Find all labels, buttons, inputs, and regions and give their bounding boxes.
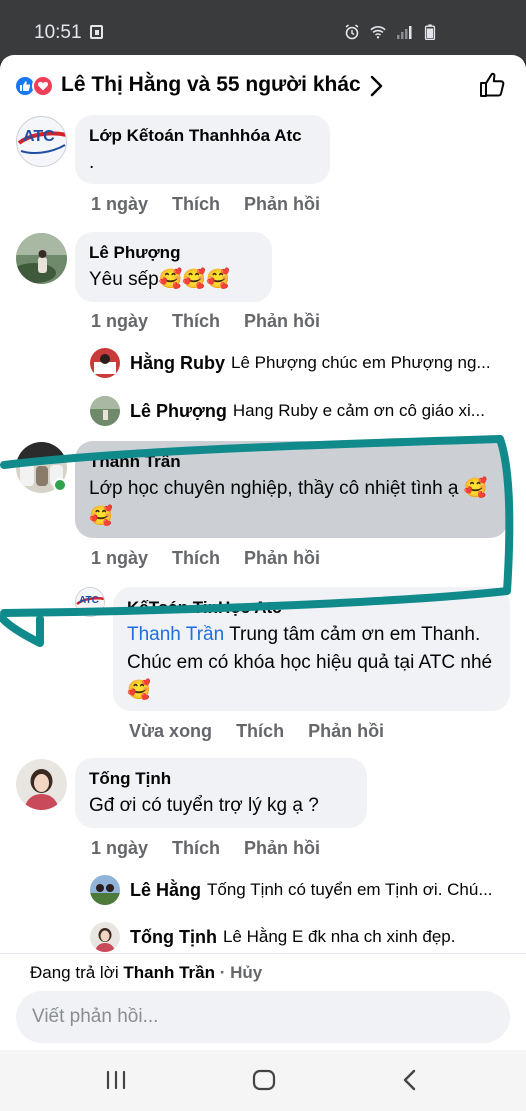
reply-text: Lê Hằng E đk nha ch xinh đẹp. [222,927,456,946]
comment-time[interactable]: 1 ngày [91,548,148,569]
comment-text: . [89,152,95,173]
comment-author[interactable]: Thanh Trần [89,451,494,473]
comment-actions: 1 ngày Thích Phản hồi [91,838,344,859]
avatar-photo [16,759,67,810]
atc-logo-icon: ATC [76,588,104,616]
reactions-summary[interactable]: Lê Thị Hằng và 55 người khác [61,73,361,97]
comment-author[interactable]: Lớp Kếtoán Thanhhóa Atc [89,125,316,147]
like-button[interactable]: Thích [172,194,220,215]
avatar [90,348,120,378]
comment-author[interactable]: Tống Tịnh [89,768,353,790]
reply-author[interactable]: Lê Phượng [130,401,227,422]
like-button[interactable]: Thích [236,721,284,742]
comment-time[interactable]: 1 ngày [91,194,148,215]
reaction-icons [14,75,58,97]
comment-bubble[interactable]: Lê Phượng Yêu sếp🥰🥰🥰 [75,232,272,302]
divider [0,953,526,954]
avatar [90,922,120,952]
comment-text: Lớp học chuyên nghiệp, thầy cô nhiệt tìn… [89,478,488,527]
comment-actions: 1 ngày Thích Phản hồi [91,311,344,332]
reply-preview[interactable]: Tống Tịnh Lê Hằng E đk nha ch xinh đẹp. [90,922,510,952]
avatar[interactable]: ATC [75,587,105,617]
reply-text: Thanh Trần Trung tâm cảm ơn em Thanh. Ch… [127,621,496,705]
replying-indicator: Đang trả lời Thanh Trần · Hủy [30,963,262,983]
replying-prefix: Đang trả lời [30,963,119,982]
comment-time[interactable]: 1 ngày [91,311,148,332]
reactions-header[interactable]: Lê Thị Hằng và 55 người khác [0,55,526,115]
chevron-right-icon[interactable] [369,73,385,99]
cancel-reply-button[interactable]: · Hủy [220,963,263,982]
like-button[interactable]: Thích [172,548,220,569]
reply-button[interactable]: Phản hồi [308,721,384,742]
comment-bubble[interactable]: Lớp Kếtoán Thanhhóa Atc . [75,115,330,184]
svg-text:ATC: ATC [23,128,55,145]
reply-text: Hang Ruby e cảm ơn cô giáo xi... [232,401,485,420]
reply-preview[interactable]: Lê Hằng Tống Tịnh có tuyển em Tịnh ơi. C… [90,875,510,905]
status-bar: 10:51 [0,0,526,62]
reply-actions: Vừa xong Thích Phản hồi [129,721,408,742]
comment-bubble[interactable]: Tống Tịnh Gđ ơi có tuyển trợ lý kg ạ ? [75,758,367,828]
avatar[interactable]: ATC [16,116,67,167]
battery-icon [424,24,436,40]
status-time: 10:51 [34,22,82,43]
comment-time[interactable]: 1 ngày [91,838,148,859]
replying-to-name: Thanh Trần [123,963,215,982]
reply-author[interactable]: KếToán TinHọc Atc [127,597,496,619]
reply-preview[interactable]: Lê Phượng Hang Ruby e cảm ơn cô giáo xi.… [90,396,510,426]
wifi-icon [370,25,386,39]
avatar-photo [16,233,67,284]
avatar [90,396,120,426]
reply-text: Lê Phượng chúc em Phượng ng... [231,353,491,372]
reply-input[interactable] [16,991,510,1043]
reply-preview[interactable]: Hằng Ruby Lê Phượng chúc em Phượng ng... [90,348,510,378]
comment-text: Yêu sếp🥰🥰🥰 [89,269,230,290]
comment-bubble[interactable]: Thanh Trần Lớp học chuyên nghiệp, thầy c… [75,441,508,538]
recent-apps-icon[interactable] [104,1066,128,1094]
comment-actions: 1 ngày Thích Phản hồi [91,194,344,215]
reply-button[interactable]: Phản hồi [244,548,320,569]
sim-icon [90,25,103,39]
like-outline-icon[interactable] [478,71,506,99]
signal-icon [397,26,412,39]
reply-time[interactable]: Vừa xong [129,721,212,742]
status-icons [344,24,438,40]
reply-button[interactable]: Phản hồi [244,311,320,332]
mention-link[interactable]: Thanh Trần [127,624,224,645]
home-icon[interactable] [252,1066,276,1094]
avatar [90,875,120,905]
like-button[interactable]: Thích [172,311,220,332]
reply-text: Tống Tịnh có tuyển em Tịnh ơi. Chú... [207,880,493,899]
atc-logo-icon: ATC [17,117,66,166]
back-icon[interactable] [400,1066,420,1094]
reply-button[interactable]: Phản hồi [244,194,320,215]
reply-author[interactable]: Lê Hằng [130,880,201,901]
svg-text:ATC: ATC [79,595,99,606]
comments-sheet: Lê Thị Hằng và 55 người khác ATC Lớp Kết… [0,55,526,1050]
reply-button[interactable]: Phản hồi [244,838,320,859]
love-reaction-icon [32,75,54,97]
reply-composer[interactable] [16,991,510,1043]
online-status-dot [53,478,67,492]
alarm-icon [345,24,359,40]
avatar[interactable] [16,233,67,284]
reply-bubble[interactable]: KếToán TinHọc Atc Thanh Trần Trung tâm c… [113,587,510,711]
reply-author[interactable]: Hằng Ruby [130,353,225,374]
comment-actions: 1 ngày Thích Phản hồi [91,548,344,569]
system-nav-bar [0,1050,526,1111]
comment-author[interactable]: Lê Phượng [89,242,258,264]
avatar[interactable] [16,759,67,810]
reply-author[interactable]: Tống Tịnh [130,927,217,948]
comment-text: Gđ ơi có tuyển trợ lý kg ạ ? [89,795,319,816]
like-button[interactable]: Thích [172,838,220,859]
